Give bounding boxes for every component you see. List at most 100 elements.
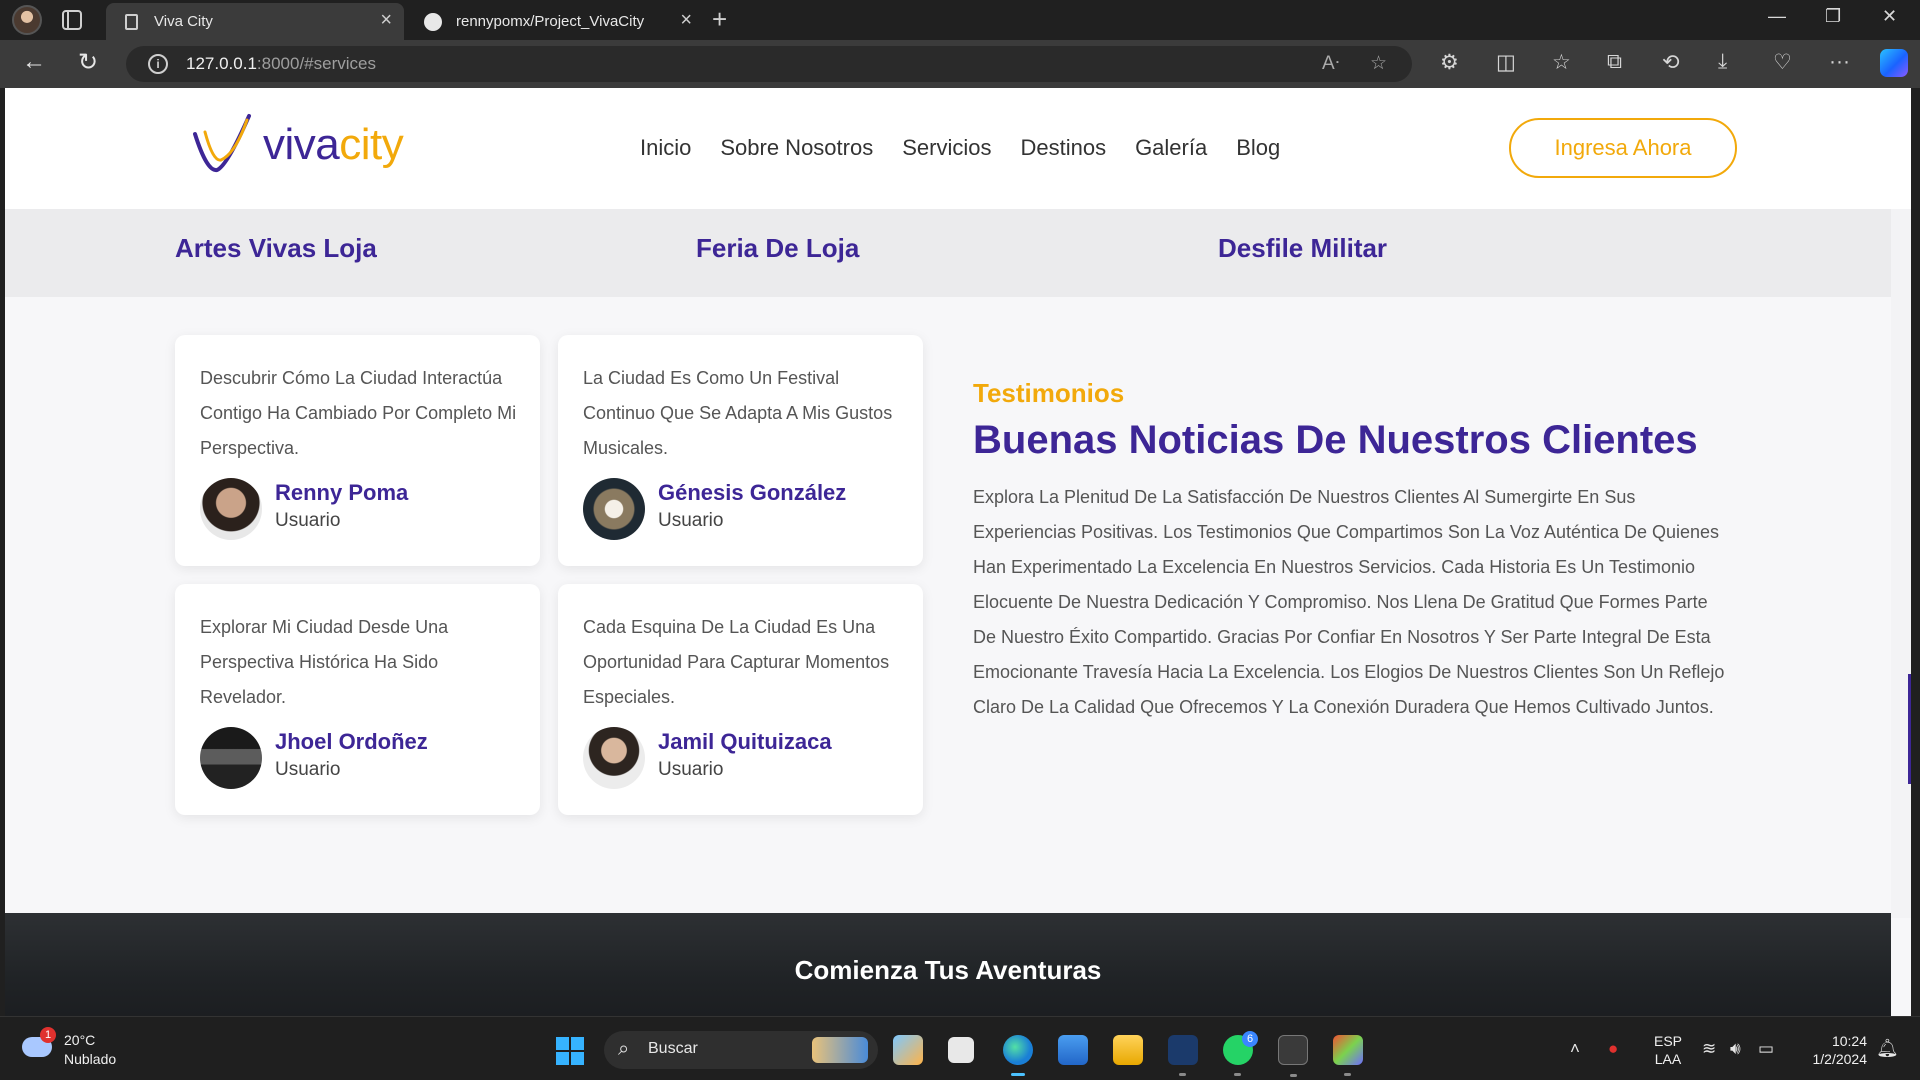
banner-title: Comienza Tus Aventuras (794, 955, 1102, 985)
site-info-icon[interactable]: i (148, 54, 168, 74)
tab-github[interactable]: rennypomx/Project_VivaCity × (408, 3, 704, 40)
copilot-app-icon[interactable] (893, 1035, 923, 1065)
main-nav: Inicio Sobre Nosotros Servicios Destinos… (640, 135, 1280, 161)
copilot-icon[interactable] (1880, 49, 1908, 77)
new-tab-icon[interactable]: + (712, 4, 727, 35)
tab-viva-city[interactable]: Viva City × (106, 3, 404, 40)
testimonial-card: Cada Esquina De La Ciudad Es Una Oportun… (558, 584, 923, 815)
testimonial-card: Descubrir Cómo La Ciudad Interactúa Cont… (175, 335, 540, 566)
section-heading: Buenas Noticias De Nuestros Clientes (973, 418, 1698, 462)
notification-bell-icon[interactable]: 🔔︎ (1876, 1038, 1899, 1059)
testimonial-quote: Descubrir Cómo La Ciudad Interactúa Cont… (200, 368, 517, 458)
page-icon (122, 13, 140, 31)
postman-icon[interactable] (1168, 1035, 1198, 1076)
wifi-icon[interactable]: ≋ (1702, 1039, 1716, 1059)
minimize-icon[interactable]: — (1768, 6, 1786, 27)
page-scrollbar[interactable] (1891, 209, 1911, 918)
testimonial-name: Renny Poma (275, 480, 409, 505)
testimonial-role: Usuario (275, 759, 341, 780)
nav-destinos[interactable]: Destinos (1020, 135, 1106, 161)
logo-text: vivacity (263, 120, 404, 169)
event-title[interactable]: Artes Vivas Loja (175, 233, 377, 264)
testimonial-role: Usuario (658, 759, 724, 780)
nav-inicio[interactable]: Inicio (640, 135, 691, 161)
weather-temp[interactable]: 20°C (64, 1032, 95, 1048)
chevron-up-icon[interactable]: ˄ (1570, 1039, 1580, 1059)
security-tray-icon[interactable]: ● (1608, 1039, 1618, 1059)
logo-v-icon (193, 114, 251, 173)
testimonial-role: Usuario (275, 510, 341, 531)
site-header: vivacity Inicio Sobre Nosotros Servicios… (5, 88, 1911, 209)
ingresa-ahora-button[interactable]: Ingresa Ahora (1509, 118, 1737, 178)
whatsapp-badge: 6 (1242, 1031, 1258, 1047)
taskbar-search[interactable]: ⌕ Buscar (604, 1031, 878, 1069)
scrollbar-thumb[interactable] (1908, 674, 1911, 784)
task-view-icon[interactable] (948, 1037, 974, 1063)
testimonial-quote: La Ciudad Es Como Un Festival Continuo Q… (583, 368, 893, 458)
page-viewport: vivacity Inicio Sobre Nosotros Servicios… (5, 88, 1911, 1016)
favorite-star-icon[interactable]: ☆ (1370, 52, 1387, 75)
avatar (583, 727, 645, 789)
window-close-icon[interactable]: ✕ (1882, 6, 1897, 27)
nav-blog[interactable]: Blog (1236, 135, 1280, 161)
start-windows-icon[interactable] (556, 1037, 584, 1065)
weather-condition[interactable]: Nublado (64, 1051, 116, 1067)
battery-icon[interactable]: ▭ (1758, 1039, 1774, 1059)
downloads-icon[interactable]: ⤓ (1718, 50, 1727, 74)
edge-icon[interactable] (1003, 1035, 1033, 1076)
testimonial-card: Explorar Mi Ciudad Desde Una Perspectiva… (175, 584, 540, 815)
reload-icon[interactable]: ↻ (78, 48, 98, 77)
extensions-icon[interactable]: ⚙ (1440, 50, 1459, 75)
search-icon: ⌕ (618, 1038, 630, 1060)
more-menu-icon[interactable]: ··· (1829, 50, 1850, 74)
close-tab-icon[interactable]: × (680, 9, 692, 32)
adventure-banner: Comienza Tus Aventuras (5, 913, 1891, 1016)
read-aloud-icon[interactable]: Aᐧ (1322, 52, 1340, 75)
close-tab-icon[interactable]: × (380, 9, 392, 32)
git-icon[interactable] (1333, 1035, 1363, 1076)
site-logo[interactable]: vivacity (191, 110, 404, 180)
file-explorer-icon[interactable] (1113, 1035, 1143, 1065)
back-icon[interactable]: ← (22, 48, 46, 76)
events-strip: Artes Vivas Loja Feria De Loja Desfile M… (5, 209, 1891, 297)
testimonial-name: Jamil Quituizaca (658, 729, 832, 754)
tab-actions-icon[interactable] (62, 10, 82, 30)
address-url[interactable]: 127.0.0.1:8000/#services (186, 54, 376, 74)
weather-badge: 1 (40, 1027, 56, 1043)
terminal-icon[interactable] (1278, 1035, 1308, 1077)
section-label: Testimonios (973, 378, 1125, 408)
avatar (200, 727, 262, 789)
avatar (200, 478, 262, 540)
store-icon[interactable] (1058, 1035, 1088, 1065)
collections-icon[interactable]: ⧉ (1607, 50, 1622, 74)
system-clock[interactable]: 10:24 1/2/2024 (1803, 1032, 1868, 1068)
language-indicator[interactable]: ESP LAA (1654, 1032, 1682, 1068)
tab-title: rennypomx/Project_VivaCity (456, 13, 645, 30)
nav-galeria[interactable]: Galería (1135, 135, 1207, 161)
restore-icon[interactable]: ❐ (1825, 6, 1841, 27)
search-highlight-image (812, 1037, 868, 1063)
browser-tab-bar: Viva City × rennypomx/Project_VivaCity ×… (0, 0, 1920, 40)
tab-title: Viva City (154, 13, 213, 30)
address-bar[interactable]: i 127.0.0.1:8000/#services Aᐧ ☆ (126, 46, 1412, 82)
performance-icon[interactable]: ♡ (1773, 50, 1792, 75)
testimonial-name: Jhoel Ordoñez (275, 729, 428, 754)
history-icon[interactable]: ⟲ (1662, 50, 1680, 75)
volume-icon[interactable]: 🔊︎ (1730, 1039, 1741, 1059)
testimonial-name: Génesis González (658, 480, 847, 505)
nav-sobre-nosotros[interactable]: Sobre Nosotros (720, 135, 873, 161)
profile-avatar[interactable] (12, 5, 42, 35)
github-icon (424, 12, 442, 31)
testimonial-quote: Explorar Mi Ciudad Desde Una Perspectiva… (200, 617, 449, 707)
windows-taskbar: 1 20°C Nublado ⌕ Buscar 6 ˄ ● ESP LAA ≋ 🔊… (0, 1016, 1920, 1080)
nav-servicios[interactable]: Servicios (902, 135, 991, 161)
avatar (583, 478, 645, 540)
event-title[interactable]: Desfile Militar (1218, 233, 1387, 264)
split-screen-icon[interactable]: ◫ (1496, 50, 1516, 75)
search-text: Buscar (648, 1040, 698, 1057)
browser-toolbar: ← ↻ i 127.0.0.1:8000/#services Aᐧ ☆ ⚙ ◫ … (0, 40, 1920, 88)
section-body: Explora La Plenitud De La Satisfacción D… (973, 487, 1725, 717)
favorites-icon[interactable]: ☆ (1552, 50, 1571, 75)
testimonial-quote: Cada Esquina De La Ciudad Es Una Oportun… (583, 617, 890, 707)
event-title[interactable]: Feria De Loja (696, 233, 859, 264)
